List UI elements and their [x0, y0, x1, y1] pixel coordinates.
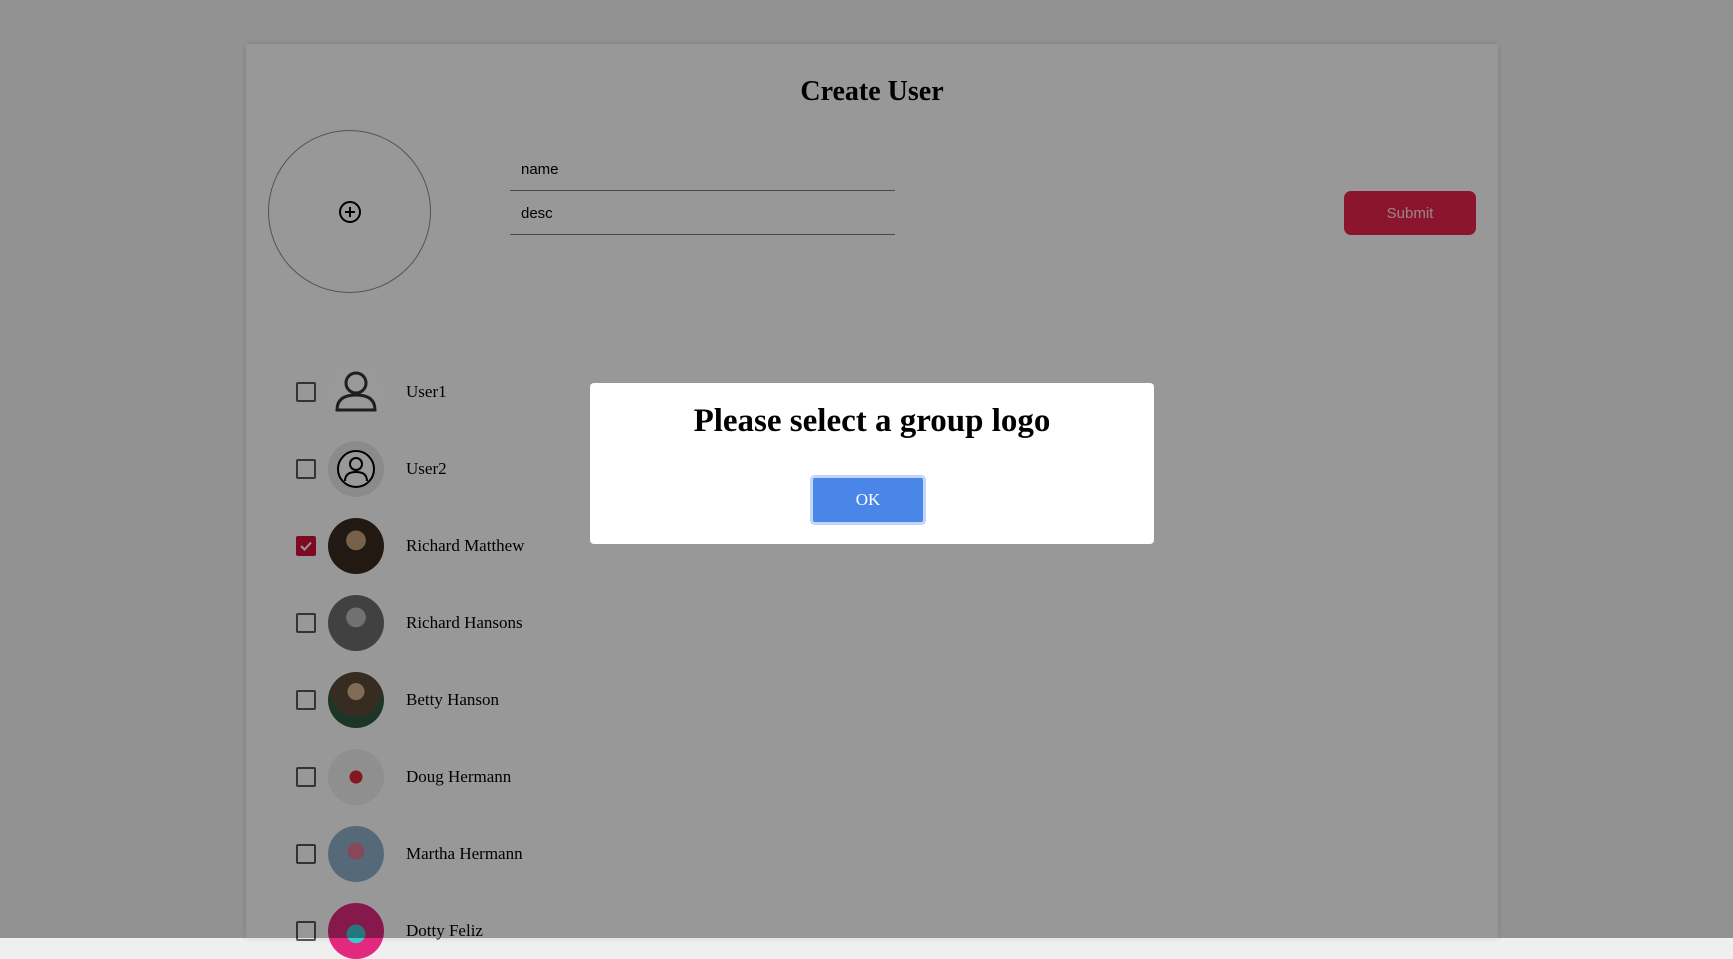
dialog-message: Please select a group logo	[693, 403, 1051, 439]
ok-button[interactable]: OK	[813, 478, 923, 522]
alert-dialog: Please select a group logo OK	[590, 383, 1154, 544]
